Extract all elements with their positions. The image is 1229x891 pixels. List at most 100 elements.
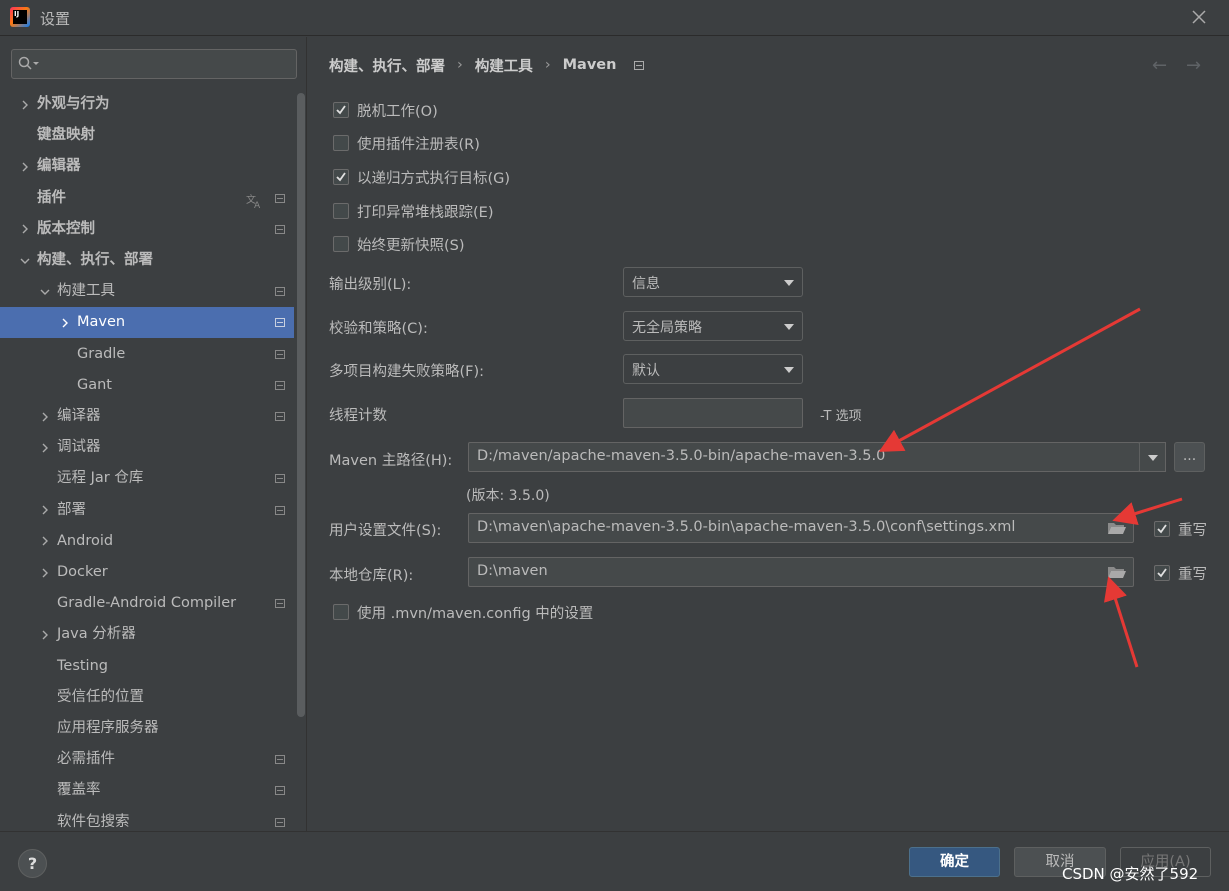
checkbox-box[interactable] <box>1154 565 1170 581</box>
navigation-arrows: ← → <box>1152 55 1212 76</box>
mvn-config-label: 使用 .mvn/maven.config 中的设置 <box>357 605 594 622</box>
option-checkbox[interactable]: 使用插件注册表(R) <box>333 133 480 153</box>
user-settings-input[interactable]: D:\maven\apache-maven-3.5.0-bin\apache-m… <box>468 513 1134 543</box>
chevron-right-icon[interactable] <box>38 526 52 557</box>
sidebar-item-label: 编译器 <box>57 408 101 424</box>
sidebar-item[interactable]: 编译器 <box>0 401 294 432</box>
checkmark-icon <box>1157 524 1167 534</box>
forward-arrow-icon[interactable]: → <box>1186 55 1201 76</box>
search-icon <box>18 56 39 70</box>
sidebar-item[interactable]: 构建工具 <box>0 276 294 307</box>
breadcrumb-item[interactable]: 构建、执行、部署 <box>329 55 445 76</box>
local-repository-label: 本地仓库(R): <box>329 568 414 584</box>
option-checkbox[interactable]: 打印异常堆栈跟踪(E) <box>333 201 493 221</box>
option-checkbox[interactable]: 以递归方式执行目标(G) <box>333 167 510 187</box>
project-level-icon <box>275 287 285 297</box>
folder-open-icon[interactable] <box>1107 565 1127 579</box>
thread-count-label: 线程计数 <box>329 408 387 424</box>
checkbox-box[interactable] <box>333 236 349 252</box>
option-checkbox[interactable]: 始终更新快照(S) <box>333 234 465 254</box>
search-input[interactable] <box>46 54 286 74</box>
chevron-down-icon <box>1148 455 1158 461</box>
sidebar-item[interactable]: 外观与行为 <box>0 89 294 120</box>
project-level-icon <box>275 224 285 234</box>
breadcrumb-separator: › <box>544 57 551 73</box>
browse-maven-home-button[interactable]: ... <box>1174 442 1205 472</box>
sidebar-item[interactable]: 版本控制 <box>0 214 294 245</box>
sidebar-item[interactable]: Gradle-Android Compiler <box>0 588 294 619</box>
sidebar-item[interactable]: Testing <box>0 651 294 682</box>
sidebar-item[interactable]: 调试器 <box>0 432 294 463</box>
sidebar-item[interactable]: 应用程序服务器 <box>0 713 294 744</box>
chevron-down-icon[interactable] <box>38 276 52 307</box>
mvn-config-checkbox[interactable]: 使用 .mvn/maven.config 中的设置 <box>333 602 593 622</box>
sidebar-item-label: 版本控制 <box>37 220 95 237</box>
sidebar-item-label: Android <box>57 532 114 549</box>
search-field[interactable] <box>11 49 297 79</box>
sidebar-item[interactable]: Docker <box>0 557 294 588</box>
multiproject-fail-policy-select[interactable]: 默认 <box>623 354 803 384</box>
sidebar-item[interactable]: 远程 Jar 仓库 <box>0 463 294 494</box>
checkbox-box[interactable] <box>333 203 349 219</box>
chevron-right-icon[interactable] <box>38 557 52 588</box>
sidebar-item[interactable]: Maven <box>0 307 294 339</box>
checkbox-box[interactable] <box>333 102 349 118</box>
checksum-policy-label: 校验和策略(C): <box>329 321 428 337</box>
checkbox-label: 始终更新快照(S) <box>357 237 465 254</box>
ok-button[interactable]: 确定 <box>909 847 1000 877</box>
help-icon[interactable]: ? <box>18 849 47 878</box>
chevron-down-icon[interactable] <box>18 245 32 276</box>
output-level-label: 输出级别(L): <box>329 277 412 293</box>
maven-home-combo[interactable]: D:/maven/apache-maven-3.5.0-bin/apache-m… <box>468 442 1140 472</box>
output-level-select[interactable]: 信息 <box>623 267 803 297</box>
sidebar-item[interactable]: Gant <box>0 370 294 401</box>
sidebar-item[interactable]: 必需插件 <box>0 744 294 775</box>
option-checkbox[interactable]: 脱机工作(O) <box>333 100 438 120</box>
project-level-icon <box>275 193 285 203</box>
sidebar-item[interactable]: Gradle <box>0 339 294 370</box>
user-settings-override-checkbox[interactable]: 重写 <box>1154 519 1207 539</box>
chevron-right-icon[interactable] <box>18 89 32 120</box>
chevron-right-icon[interactable] <box>38 495 52 526</box>
chevron-right-icon[interactable] <box>38 619 52 650</box>
override-label: 重写 <box>1178 566 1207 583</box>
chevron-right-icon[interactable] <box>38 401 52 432</box>
local-repository-input[interactable]: D:\maven <box>468 557 1134 587</box>
breadcrumb: 构建、执行、部署 › 构建工具 › Maven <box>329 55 645 76</box>
chevron-right-icon[interactable] <box>58 307 72 338</box>
sidebar-item[interactable]: Java 分析器 <box>0 619 294 650</box>
checkbox-box[interactable] <box>333 135 349 151</box>
folder-open-icon[interactable] <box>1107 521 1127 535</box>
maven-version-text: (版本: 3.5.0) <box>466 488 550 504</box>
sidebar-item[interactable]: 构建、执行、部署 <box>0 245 294 276</box>
chevron-down-icon <box>784 324 794 330</box>
sidebar-item[interactable]: 键盘映射 <box>0 120 294 151</box>
back-arrow-icon[interactable]: ← <box>1152 55 1167 76</box>
chevron-right-icon[interactable] <box>38 432 52 463</box>
chevron-right-icon[interactable] <box>18 151 32 182</box>
sidebar-item-label: 键盘映射 <box>37 127 95 144</box>
maven-home-label: Maven 主路径(H): <box>329 453 453 469</box>
sidebar-item[interactable]: 覆盖率 <box>0 775 294 806</box>
checksum-policy-select[interactable]: 无全局策略 <box>623 311 803 341</box>
breadcrumb-item[interactable]: 构建工具 <box>475 55 533 76</box>
local-repository-override-checkbox[interactable]: 重写 <box>1154 563 1207 583</box>
sidebar-item[interactable]: 部署 <box>0 495 294 526</box>
maven-home-dropdown-button[interactable] <box>1139 442 1166 472</box>
chevron-right-icon[interactable] <box>18 214 32 245</box>
sidebar-item[interactable]: 插件文 A <box>0 183 294 214</box>
checkbox-box[interactable] <box>333 169 349 185</box>
user-settings-label: 用户设置文件(S): <box>329 523 442 539</box>
checkbox-label: 打印异常堆栈跟踪(E) <box>357 204 494 221</box>
checkbox-box[interactable] <box>1154 521 1170 537</box>
checkbox-box[interactable] <box>333 604 349 620</box>
sidebar-scrollbar[interactable] <box>297 93 305 717</box>
thread-count-input[interactable] <box>623 398 803 428</box>
sidebar-item[interactable]: 编辑器 <box>0 151 294 182</box>
sidebar-item-label: 覆盖率 <box>57 782 101 799</box>
close-icon[interactable] <box>1188 6 1210 28</box>
sidebar-item-label: Gant <box>77 376 112 393</box>
sidebar-item[interactable]: 受信任的位置 <box>0 682 294 713</box>
sidebar-item[interactable]: Android <box>0 526 294 557</box>
sidebar-item-label: 构建工具 <box>57 283 115 300</box>
